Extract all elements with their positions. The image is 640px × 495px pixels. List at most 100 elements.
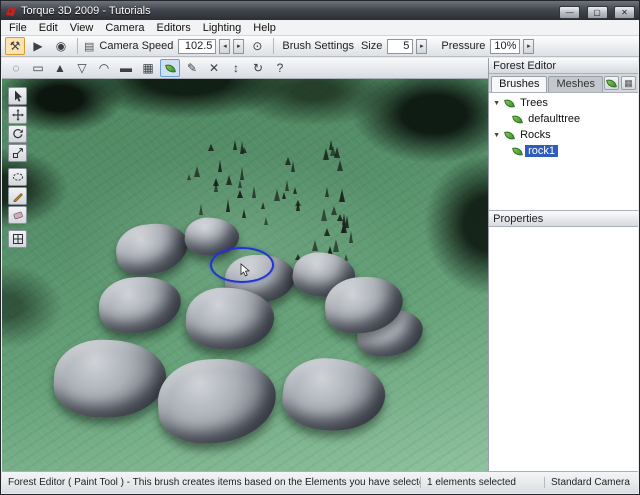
selection-count: 1 elements selected: [420, 477, 544, 488]
erase-brush-icon: ✕: [209, 61, 219, 75]
scale-tool-button[interactable]: [8, 144, 27, 162]
tree-item-defaulttree[interactable]: defaulttree: [489, 111, 638, 127]
add-mesh-element-button[interactable]: ▦: [621, 76, 636, 90]
app-window: Torque 3D 2009 - Tutorials — ▢ ✕ FileEdi…: [0, 0, 640, 495]
tree-sprig: [208, 141, 214, 151]
tree-sprig: [295, 197, 301, 206]
tree-sprig: [187, 171, 191, 180]
rotate-tool-button[interactable]: [8, 125, 27, 143]
tree-item-label: Rocks: [517, 129, 554, 141]
tab-meshes[interactable]: Meshes: [548, 76, 603, 92]
rect-select-icon: ▭: [32, 61, 43, 75]
forest-brush-button[interactable]: [160, 59, 180, 77]
ellipse-select-icon: ◌: [12, 61, 19, 75]
leaf-icon: [512, 114, 523, 125]
properties-header: Properties: [489, 211, 638, 227]
rock-mesh[interactable]: [113, 219, 191, 279]
tree-item-trees[interactable]: ▼Trees: [489, 95, 638, 111]
expand-arrow-icon[interactable]: ▼: [493, 100, 502, 107]
menu-lighting[interactable]: Lighting: [197, 21, 248, 35]
tab-actions: ▦: [604, 76, 636, 92]
menu-view[interactable]: View: [64, 21, 100, 35]
terrain-smooth-button[interactable]: ◠: [94, 59, 114, 77]
visibility-icon: ⊙: [252, 39, 262, 53]
terrain-lower-icon: ▽: [77, 61, 86, 75]
play-button[interactable]: ▶: [28, 37, 48, 55]
camera-speed-field[interactable]: 102.5: [178, 39, 216, 54]
close-button[interactable]: ✕: [614, 6, 635, 19]
tree-sprig: [339, 186, 345, 202]
visibility-button[interactable]: ⊙: [247, 37, 267, 55]
ellipse-select-button[interactable]: ◌: [6, 59, 26, 77]
menu-help[interactable]: Help: [247, 21, 282, 35]
tab-brushes[interactable]: Brushes: [491, 76, 547, 92]
rock-mesh[interactable]: [97, 274, 183, 336]
minimize-button[interactable]: —: [559, 6, 580, 19]
tree-sprig: [312, 237, 318, 251]
help-button[interactable]: ?: [270, 59, 290, 77]
play-icon: ▶: [33, 39, 42, 53]
size-field[interactable]: 5: [387, 39, 413, 54]
world-settings-button[interactable]: ◉: [51, 37, 71, 55]
mouse-cursor: [239, 263, 251, 277]
tree-sprig: [274, 186, 280, 201]
status-bar: Forest Editor ( Paint Tool ) - This brus…: [2, 471, 638, 493]
tree-sprig: [341, 223, 345, 233]
paint-tool-icon: ⚒: [10, 39, 21, 53]
terrain-lower-button[interactable]: ▽: [72, 59, 92, 77]
paint-brush-button[interactable]: ✎: [182, 59, 202, 77]
tree-sprig: [242, 206, 246, 218]
terrain-raise-button[interactable]: ▲: [50, 59, 70, 77]
pressure-label: Pressure: [441, 40, 485, 52]
select-tool-button[interactable]: [8, 87, 27, 105]
random-rotate-icon: ↻: [253, 61, 263, 75]
menu-bar: FileEditViewCameraEditorsLightingHelp: [1, 20, 639, 36]
viewport-column: ◌ ▭ ▲ ▽ ◠ ▬ ▦ ✎ ✕ ↕ ↻?: [2, 58, 488, 471]
add-brush-element-button[interactable]: [604, 76, 619, 90]
leaf-icon: [504, 130, 515, 141]
rock-mesh[interactable]: [280, 354, 389, 436]
paint-tool-button[interactable]: ⚒: [5, 37, 25, 55]
tree-sprig: [337, 157, 343, 171]
scale-brush-icon: ↕: [233, 61, 239, 75]
rock-mesh[interactable]: [156, 356, 278, 446]
menu-editors[interactable]: Editors: [150, 21, 196, 35]
maximize-button[interactable]: ▢: [587, 6, 608, 19]
expand-arrow-icon[interactable]: ▼: [493, 132, 502, 139]
pressure-spin-button[interactable]: ▸: [523, 39, 534, 54]
brush-settings-label: Brush Settings: [282, 40, 354, 52]
eraser-tool-button[interactable]: [8, 206, 27, 224]
tree-sprig: [282, 189, 286, 199]
tree-sprig: [226, 196, 230, 212]
viewport-3d[interactable]: [2, 79, 488, 471]
move-tool-button[interactable]: [8, 106, 27, 124]
rect-select-button[interactable]: ▭: [28, 59, 48, 77]
terrain-paint-button[interactable]: ▦: [138, 59, 158, 77]
scale-brush-button[interactable]: ↕: [226, 59, 246, 77]
terrain-flatten-button[interactable]: ▬: [116, 59, 136, 77]
size-label: Size: [361, 40, 382, 52]
erase-brush-button[interactable]: ✕: [204, 59, 224, 77]
menu-edit[interactable]: Edit: [33, 21, 64, 35]
size-spin-button[interactable]: ▸: [416, 39, 427, 54]
tool-strip-separator: [8, 225, 27, 229]
random-rotate-button[interactable]: ↻: [248, 59, 268, 77]
camera-mode: Standard Camera: [544, 477, 638, 488]
pencil-tool-button[interactable]: [8, 187, 27, 205]
tree-item-rock1[interactable]: rock1: [489, 143, 638, 159]
leaf-icon: [504, 98, 515, 109]
title-bar[interactable]: Torque 3D 2009 - Tutorials — ▢ ✕: [1, 1, 639, 20]
tree-sprig: [252, 183, 256, 198]
camera-speed-decrease-button[interactable]: ◂: [219, 39, 230, 54]
grid-tool-button[interactable]: [8, 230, 27, 248]
terrain-flatten-icon: ▬: [120, 61, 132, 75]
lasso-tool-button[interactable]: [8, 168, 27, 186]
menu-camera[interactable]: Camera: [99, 21, 150, 35]
camera-speed-increase-button[interactable]: ▸: [233, 39, 244, 54]
rock-mesh[interactable]: [53, 338, 168, 420]
menu-file[interactable]: File: [3, 21, 33, 35]
tree-item-rocks[interactable]: ▼ Rocks: [489, 127, 638, 143]
tree-sprig: [233, 137, 237, 150]
pressure-field[interactable]: 10%: [490, 39, 520, 54]
forest-brush-icon: [165, 63, 176, 74]
